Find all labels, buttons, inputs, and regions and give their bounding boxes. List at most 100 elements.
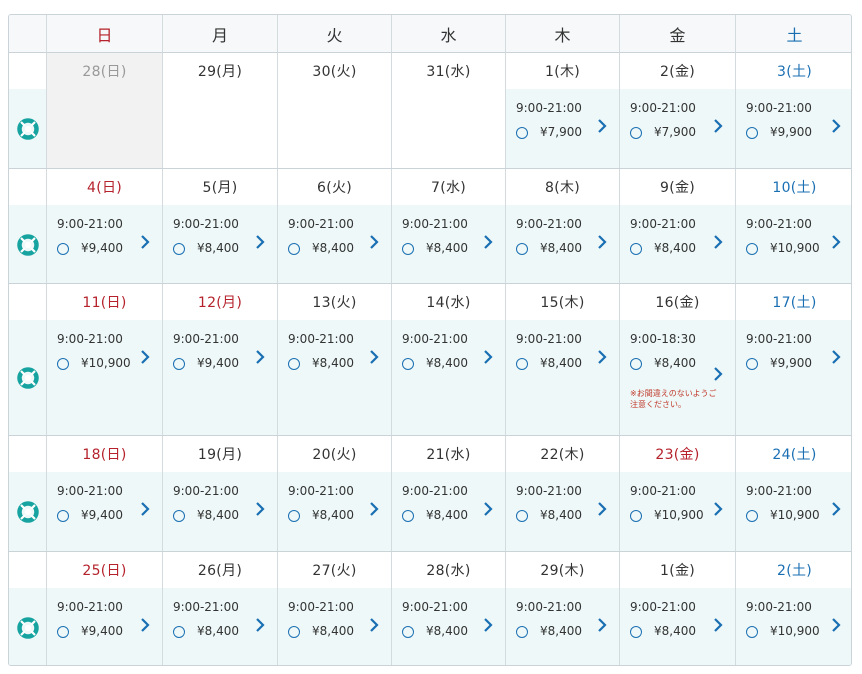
booking-slot[interactable]: 9:00-21:00 ¥8,400	[392, 320, 505, 435]
booking-slot[interactable]: 9:00-21:00 ¥8,400	[506, 588, 619, 665]
chevron-right-icon[interactable]	[369, 617, 379, 633]
day-cell: 28(水) 9:00-21:00 ¥8,400	[392, 552, 506, 665]
day-date: 26(月)	[197, 563, 243, 579]
chevron-right-icon[interactable]	[713, 617, 723, 633]
chevron-right-icon[interactable]	[140, 617, 150, 633]
lifebuoy-icon	[16, 234, 40, 256]
chevron-right-icon[interactable]	[713, 118, 723, 134]
booking-slot[interactable]: 9:00-21:00 ¥8,400	[392, 588, 505, 665]
booking-slot[interactable]: 9:00-21:00 ¥9,900	[736, 320, 851, 435]
chevron-right-icon[interactable]	[255, 234, 265, 250]
availability-circle-icon	[57, 626, 69, 638]
day-date: 12(月)	[197, 295, 243, 311]
slot-note: ※お間違えのないようご注意ください。	[630, 389, 717, 409]
chevron-right-icon[interactable]	[255, 501, 265, 517]
booking-slot[interactable]: 9:00-21:00 ¥9,400	[47, 588, 162, 665]
chevron-right-icon[interactable]	[597, 349, 607, 365]
booking-slot[interactable]: 9:00-21:00 ¥9,400	[47, 205, 162, 283]
day-cell: 13(火) 9:00-21:00 ¥8,400	[278, 284, 392, 435]
booking-slot[interactable]: 9:00-21:00 ¥8,400	[392, 472, 505, 551]
day-date: 13(火)	[312, 295, 357, 311]
chevron-right-icon[interactable]	[831, 501, 841, 517]
slot-price: ¥10,900	[770, 241, 820, 255]
booking-slot[interactable]: 9:00-21:00 ¥10,900	[736, 588, 851, 665]
chevron-right-icon[interactable]	[831, 118, 841, 134]
availability-circle-icon	[516, 510, 528, 522]
availability-circle-icon	[57, 510, 69, 522]
chevron-right-icon[interactable]	[483, 349, 493, 365]
slot-price: ¥8,400	[426, 241, 468, 255]
chevron-right-icon[interactable]	[369, 349, 379, 365]
booking-slot[interactable]: 9:00-21:00 ¥10,900	[736, 205, 851, 283]
chevron-right-icon[interactable]	[255, 349, 265, 365]
day-date: 2(金)	[659, 64, 696, 80]
booking-slot[interactable]: 9:00-21:00 ¥8,400	[506, 205, 619, 283]
weekday-header: 月	[163, 15, 278, 53]
slot-time: 9:00-21:00	[288, 484, 354, 498]
booking-slot[interactable]: 9:00-21:00 ¥7,900	[620, 89, 735, 168]
booking-slot[interactable]: 9:00-21:00 ¥8,400	[278, 320, 391, 435]
booking-slot[interactable]: 9:00-21:00 ¥8,400	[506, 320, 619, 435]
availability-circle-icon	[288, 358, 300, 370]
day-cell: 20(火) 9:00-21:00 ¥8,400	[278, 436, 392, 551]
booking-slot[interactable]: 9:00-21:00 ¥8,400	[278, 205, 391, 283]
booking-slot[interactable]: 9:00-21:00 ¥8,400	[163, 205, 277, 283]
chevron-right-icon[interactable]	[597, 118, 607, 134]
availability-circle-icon	[746, 358, 758, 370]
booking-slot[interactable]: 9:00-21:00 ¥10,900	[47, 320, 162, 435]
day-date: 1(金)	[659, 563, 696, 579]
booking-slot[interactable]: 9:00-21:00 ¥9,900	[736, 89, 851, 168]
chevron-right-icon[interactable]	[713, 366, 723, 382]
day-cell: 15(木) 9:00-21:00 ¥8,400	[506, 284, 620, 435]
slot-time: 9:00-21:00	[630, 101, 696, 115]
chevron-right-icon[interactable]	[369, 234, 379, 250]
day-date: 4(日)	[86, 180, 123, 196]
booking-slot[interactable]: 9:00-21:00 ¥9,400	[163, 320, 277, 435]
chevron-right-icon[interactable]	[369, 501, 379, 517]
booking-slot[interactable]: 9:00-21:00 ¥8,400	[506, 472, 619, 551]
chevron-right-icon[interactable]	[140, 234, 150, 250]
chevron-right-icon[interactable]	[831, 617, 841, 633]
chevron-right-icon[interactable]	[483, 617, 493, 633]
chevron-right-icon[interactable]	[255, 617, 265, 633]
chevron-right-icon[interactable]	[597, 501, 607, 517]
booking-slot[interactable]: 9:00-21:00 ¥8,400	[620, 205, 735, 283]
booking-slot[interactable]: 9:00-21:00 ¥8,400	[163, 588, 277, 665]
day-date: 6(火)	[316, 180, 353, 196]
day-date: 27(火)	[312, 563, 357, 579]
chevron-right-icon[interactable]	[597, 234, 607, 250]
chevron-right-icon[interactable]	[140, 349, 150, 365]
booking-slot[interactable]: 9:00-21:00 ¥8,400	[163, 472, 277, 551]
booking-slot[interactable]: 9:00-21:00 ¥8,400	[278, 588, 391, 665]
chevron-right-icon[interactable]	[831, 234, 841, 250]
booking-slot[interactable]: 9:00-21:00 ¥8,400	[392, 205, 505, 283]
weekday-header: 金	[620, 15, 736, 53]
booking-slot[interactable]: 9:00-21:00 ¥9,400	[47, 472, 162, 551]
day-date: 16(金)	[655, 295, 700, 311]
chevron-right-icon[interactable]	[831, 349, 841, 365]
availability-circle-icon	[630, 127, 642, 139]
booking-slot[interactable]: 9:00-18:30 ¥8,400 ※お間違えのないようご注意ください。	[620, 320, 735, 435]
day-date: 17(土)	[772, 295, 817, 311]
day-date: 3(土)	[776, 64, 813, 80]
chevron-right-icon[interactable]	[713, 234, 723, 250]
chevron-right-icon[interactable]	[483, 234, 493, 250]
chevron-right-icon[interactable]	[140, 501, 150, 517]
row-icon-cell	[9, 53, 47, 168]
day-cell: 31(水)	[392, 53, 506, 168]
availability-circle-icon	[516, 243, 528, 255]
chevron-right-icon[interactable]	[483, 501, 493, 517]
booking-slot[interactable]: 9:00-21:00 ¥10,900	[620, 472, 735, 551]
booking-slot[interactable]: 9:00-21:00 ¥8,400	[278, 472, 391, 551]
booking-slot[interactable]: 9:00-21:00 ¥10,900	[736, 472, 851, 551]
slot-price: ¥8,400	[426, 508, 468, 522]
slot-time: 9:00-21:00	[288, 600, 354, 614]
day-date: 29(月)	[197, 64, 243, 80]
booking-slot[interactable]: 9:00-21:00 ¥8,400	[620, 588, 735, 665]
weekday-header: 土	[736, 15, 851, 53]
booking-slot[interactable]: 9:00-21:00 ¥7,900	[506, 89, 619, 168]
slot-price: ¥10,900	[770, 508, 820, 522]
chevron-right-icon[interactable]	[713, 501, 723, 517]
chevron-right-icon[interactable]	[597, 617, 607, 633]
week-row: 4(日) 9:00-21:00 ¥9,400 5(月) 9:00-21:00 ¥8,400…	[9, 169, 851, 284]
